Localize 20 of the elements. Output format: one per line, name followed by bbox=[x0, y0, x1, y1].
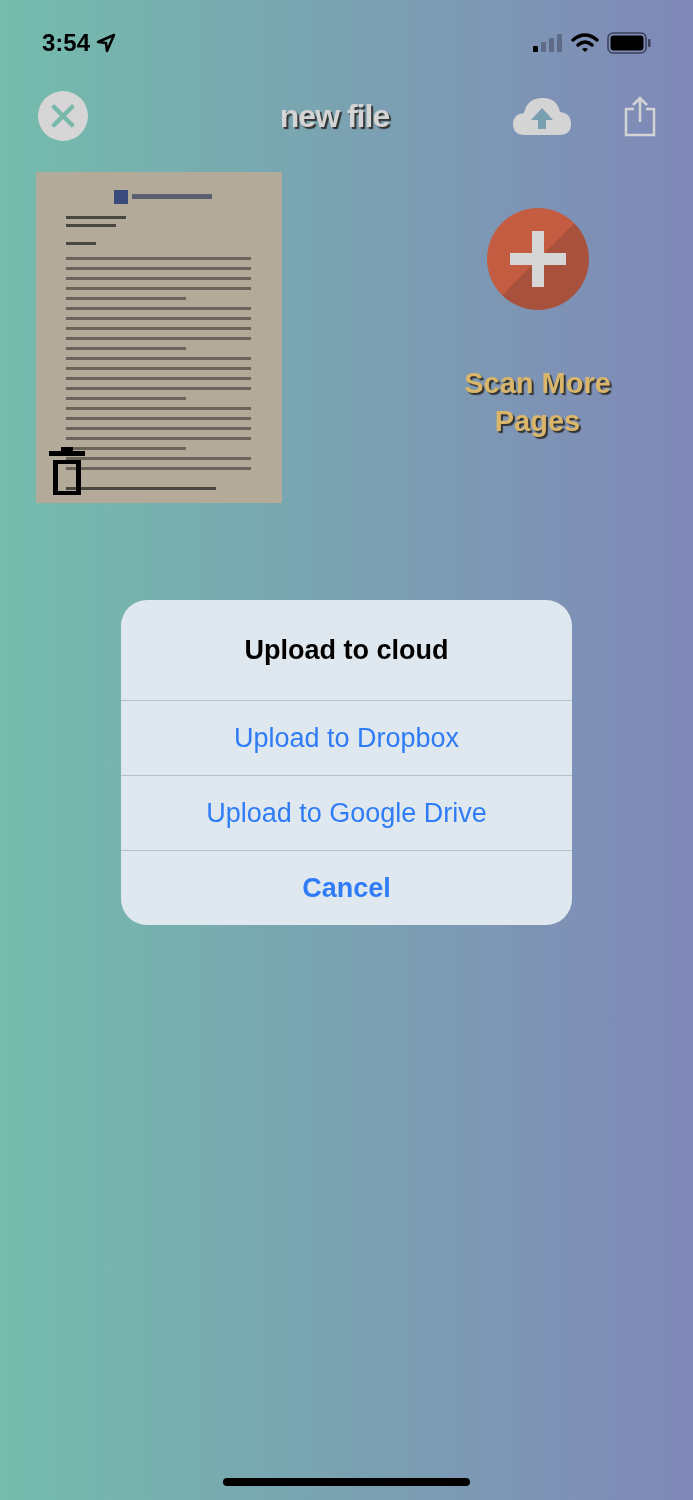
screen-title: new file bbox=[279, 97, 390, 136]
share-icon bbox=[623, 95, 657, 137]
close-button[interactable] bbox=[38, 91, 88, 141]
location-arrow-icon bbox=[96, 33, 117, 53]
dialog-action[interactable]: Upload to Dropbox bbox=[121, 700, 572, 775]
close-icon bbox=[51, 104, 75, 128]
cloud-upload-icon bbox=[511, 96, 573, 136]
wifi-icon bbox=[571, 33, 599, 53]
dialog-title: Upload to cloud bbox=[243, 633, 450, 667]
share-button[interactable] bbox=[623, 95, 657, 137]
scan-more-label: Scan More Pages bbox=[463, 366, 612, 439]
trash-icon bbox=[48, 447, 86, 497]
delete-button[interactable] bbox=[48, 447, 86, 497]
status-time: 3:54 bbox=[42, 28, 91, 58]
battery-icon bbox=[607, 32, 651, 54]
signal-icon bbox=[533, 33, 563, 53]
dialog-action[interactable]: Upload to Google Drive bbox=[121, 775, 572, 850]
plus-icon bbox=[509, 231, 566, 287]
dialog-action[interactable]: Cancel bbox=[121, 850, 572, 925]
cloud-upload-button[interactable] bbox=[511, 96, 573, 136]
